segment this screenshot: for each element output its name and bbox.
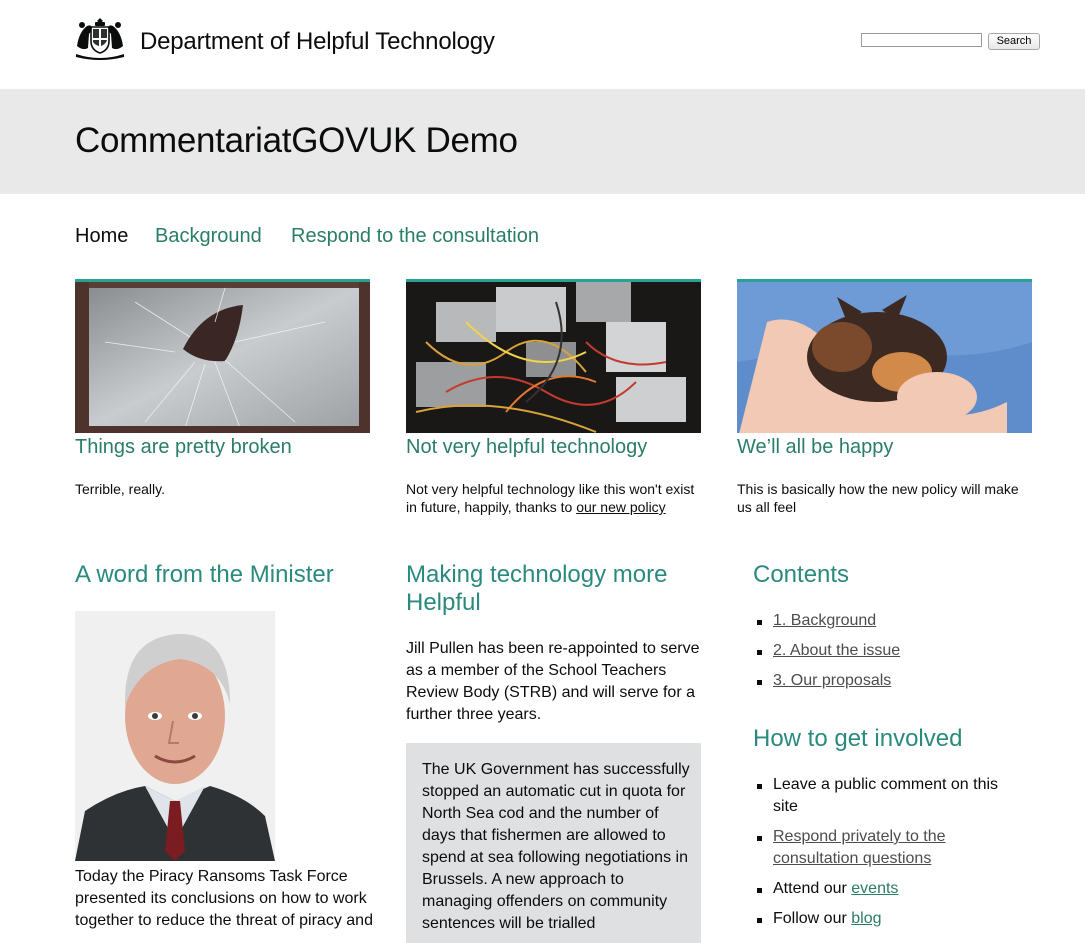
contents-heading: Contents (753, 561, 850, 588)
search-button[interactable]: Search (988, 33, 1040, 50)
minister-photo (75, 611, 275, 861)
contents-link-background[interactable]: 1. Background (773, 612, 876, 629)
site-header: Department of Helpful Technology Search (0, 0, 1085, 89)
minister-portrait-image (75, 611, 275, 861)
card-text-technology: Not very helpful technology like this wo… (406, 480, 706, 516)
involved-heading: How to get involved (753, 725, 963, 752)
page-title: CommentariatGOVUK Demo (75, 121, 518, 160)
contents-item: 2. About the issue (753, 640, 1033, 662)
respond-privately-link[interactable]: Respond privately to the consultation qu… (773, 828, 946, 867)
sleeping-kitten-photo (737, 279, 1032, 433)
making-text: Jill Pullen has been re-appointed to ser… (406, 640, 700, 723)
minister-text: Today the Piracy Ransoms Task Force pres… (75, 868, 373, 929)
involved-list: Leave a public comment on this site Resp… (753, 774, 1013, 930)
card-title-happy[interactable]: We’ll all be happy (737, 436, 893, 459)
involved-item-respond: Respond privately to the consultation qu… (753, 826, 1013, 870)
contents-link-proposals[interactable]: 3. Our proposals (773, 672, 891, 689)
involved-item-blog: Follow our blog (753, 908, 1013, 930)
minister-heading: A word from the Minister (75, 561, 334, 588)
nav-item-respond[interactable]: Respond to the consultation (291, 225, 539, 248)
card-text-happy: This is basically how the new policy wil… (737, 481, 1019, 515)
search-input[interactable] (861, 33, 982, 47)
tangled-power-supplies-photo (406, 279, 701, 433)
involved-item-events: Attend our events (753, 878, 1013, 900)
broken-window-image (75, 282, 370, 433)
contents-list: 1. Background 2. About the issue 3. Our … (753, 610, 1033, 692)
nav-item-background[interactable]: Background (155, 225, 262, 248)
royal-crest-icon (76, 18, 124, 60)
broken-window-photo (75, 279, 370, 433)
contents-item: 3. Our proposals (753, 670, 1033, 692)
involved-item-comment: Leave a public comment on this site (753, 774, 1013, 818)
card-text-broken: Terrible, really. (75, 481, 165, 497)
events-text: Attend our (773, 880, 852, 897)
callout-box: The UK Government has successfully stopp… (406, 743, 701, 943)
card-title-broken[interactable]: Things are pretty broken (75, 436, 292, 459)
kitten-image (737, 282, 1032, 433)
our-new-policy-link[interactable]: our new policy (576, 499, 666, 515)
department-name[interactable]: Department of Helpful Technology (140, 28, 495, 56)
card-title-technology[interactable]: Not very helpful technology (406, 436, 647, 459)
events-link[interactable]: events (851, 880, 898, 897)
callout-text: The UK Government has successfully stopp… (422, 761, 690, 932)
contents-link-about-issue[interactable]: 2. About the issue (773, 642, 900, 659)
contents-item: 1. Background (753, 610, 1033, 632)
nav-item-home[interactable]: Home (75, 225, 128, 248)
power-supplies-image (406, 282, 701, 433)
making-heading: Making technology more Helpful (406, 561, 668, 616)
